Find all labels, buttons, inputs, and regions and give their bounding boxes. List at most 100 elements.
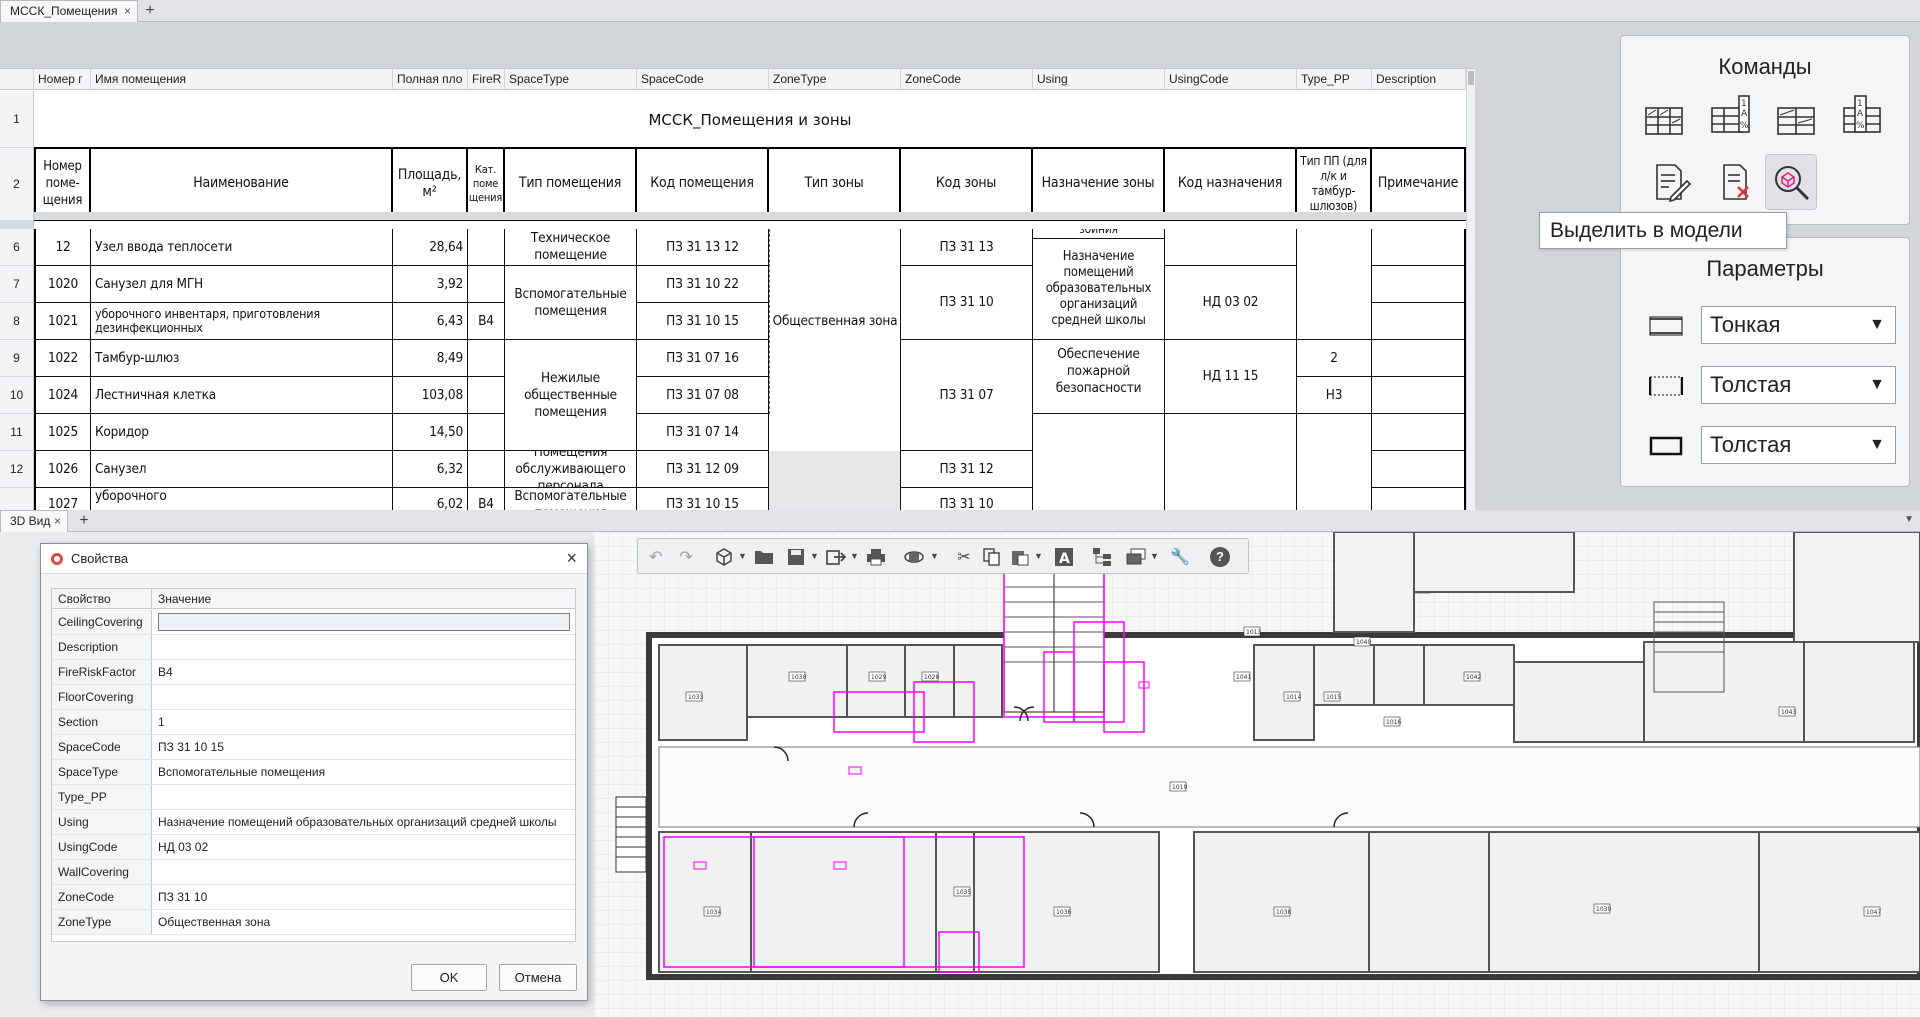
cell-using-code[interactable]: НД 03 02 [1165,266,1297,340]
dropdown-arrow-icon[interactable]: ▼ [850,551,859,561]
hierarchy-icon[interactable] [1090,545,1114,569]
cell-name[interactable]: Санузел [91,451,393,488]
hdr-note[interactable]: Примечание [1372,148,1466,221]
cell-note[interactable] [1372,451,1466,488]
cell-using-code-empty[interactable] [1165,414,1297,510]
row-header[interactable]: 12 [0,451,34,488]
cut-icon[interactable]: ✂ [952,545,976,569]
export-icon[interactable] [824,545,848,569]
cell-number[interactable]: 1024 [34,377,91,414]
property-value[interactable] [158,635,570,659]
help-icon[interactable]: ? [1208,545,1232,569]
property-row[interactable]: UsingCode НД 03 02 [52,835,575,860]
hdr-category[interactable]: Кат. поме щения [468,148,505,221]
cell-space-type[interactable]: Помещения обслуживающего персонала [505,451,637,488]
copy-icon[interactable] [980,545,1004,569]
col-header[interactable]: SpaceType [505,69,637,90]
cell-category[interactable] [468,377,505,414]
cell-type-pp[interactable]: Н3 [1297,377,1372,414]
row-header[interactable]: 6 [0,229,34,266]
cell-using-empty[interactable] [1033,414,1165,510]
cell-note[interactable] [1372,377,1466,414]
collapse-arrow-icon[interactable]: ▼ [1904,514,1914,525]
cell-space-code[interactable]: ПЗ 31 10 15 [637,303,769,340]
row-header[interactable]: 2 [0,148,34,221]
cell-area[interactable]: 6,43 [393,303,468,340]
cell-area[interactable]: 6,02 [393,488,468,510]
cell-space-type[interactable]: Техническое помещение [505,229,637,266]
property-value[interactable]: В4 [158,660,570,684]
cell-category[interactable] [468,266,505,303]
property-value[interactable]: ПЗ 31 10 [158,885,570,909]
hdr-space-type[interactable]: Тип помещения [505,148,637,221]
cell-note[interactable] [1372,229,1466,266]
ok-button[interactable]: OK [411,964,487,991]
col-header[interactable]: SpaceCode [637,69,769,90]
save-icon[interactable] [784,545,808,569]
settings-wrench-icon[interactable]: 🔧 [1168,545,1192,569]
hdr-number[interactable]: Номер поме-щения [34,148,91,221]
text-icon[interactable]: A [1052,545,1076,569]
property-row[interactable]: Section 1 [52,710,575,735]
cell-space-code[interactable]: ПЗ 31 10 22 [637,266,769,303]
orbit-icon[interactable] [902,545,926,569]
cell-zone-code[interactable]: ПЗ 31 10 [901,266,1033,340]
property-value-input[interactable] [158,613,570,631]
cube-view-icon[interactable] [712,545,736,569]
cell-space-code[interactable]: ПЗ 31 07 08 [637,377,769,414]
cell-area[interactable]: 6,32 [393,451,468,488]
schedule-title[interactable]: МССК_Помещения и зоны [34,92,1466,149]
row-header[interactable]: 7 [0,266,34,303]
property-value[interactable]: Вспомогательные помещения [158,760,570,784]
property-value[interactable]: Назначение помещений образовательных орг… [158,810,570,834]
hdr-area[interactable]: Площадь, м² [393,148,468,221]
cell-category[interactable] [468,340,505,377]
col-value-header[interactable]: Значение [152,589,575,609]
redo-icon[interactable]: ↷ [674,545,698,569]
col-header[interactable]: Номер г [34,69,91,90]
close-icon[interactable]: × [124,1,131,22]
cell-note[interactable] [1372,340,1466,377]
property-row[interactable]: ZoneType Общественная зона [52,910,575,935]
cell-category[interactable]: В4 [468,488,505,510]
close-icon[interactable]: × [566,548,577,569]
col-header[interactable]: Имя помещения [91,69,393,90]
undo-icon[interactable]: ↶ [644,545,668,569]
cell-space-code[interactable]: ПЗ 31 07 16 [637,340,769,377]
cell-category[interactable] [468,414,505,451]
select-in-model-icon[interactable] [1765,154,1817,210]
dropdown-arrow-icon[interactable]: ▼ [738,551,747,561]
cell-area[interactable]: 14,50 [393,414,468,451]
line-weight-select[interactable]: Толстая ▼ [1701,426,1896,464]
cell-note[interactable] [1372,266,1466,303]
cell-using[interactable]: зоиния [1033,229,1165,239]
layers-icon[interactable] [1124,545,1148,569]
cell-number[interactable]: 1025 [34,414,91,451]
vertical-scrollbar[interactable] [1466,69,1475,510]
table-layout-icon[interactable] [1643,100,1685,142]
cell-area[interactable]: 3,92 [393,266,468,303]
cell-type-pp-empty[interactable] [1297,414,1372,510]
cell-name[interactable]: уборочного инвентаря, приготовления дези… [91,303,393,340]
col-header[interactable]: FireR [468,69,505,90]
col-header[interactable]: Description [1372,69,1466,90]
property-value[interactable]: 1 [158,710,570,734]
open-folder-icon[interactable] [752,545,776,569]
cell-number[interactable]: 1021 [34,303,91,340]
view-tab[interactable]: 3D Вид × [0,510,68,532]
col-header[interactable]: Type_PP [1297,69,1372,90]
col-property-header[interactable]: Свойство [52,589,152,609]
cell-using[interactable]: Назначение помещений образовательных орг… [1033,239,1165,340]
cell-space-code[interactable]: ПЗ 31 07 14 [637,414,769,451]
hdr-space-code[interactable]: Код помещения [637,148,769,221]
cell-note[interactable] [1372,414,1466,451]
property-row[interactable]: CeilingCovering [52,610,575,635]
cell-space-type[interactable]: Вспомогательные помещения [505,266,637,340]
col-header[interactable]: UsingCode [1165,69,1297,90]
property-row[interactable]: FireRiskFactor В4 [52,660,575,685]
row-header[interactable] [0,488,34,510]
cell-name[interactable]: Коридор [91,414,393,451]
cell-zone-code[interactable]: ПЗ 31 10 [901,488,1033,510]
cell-using-code-empty[interactable] [1165,229,1297,266]
col-header[interactable]: Полная пло [393,69,468,90]
